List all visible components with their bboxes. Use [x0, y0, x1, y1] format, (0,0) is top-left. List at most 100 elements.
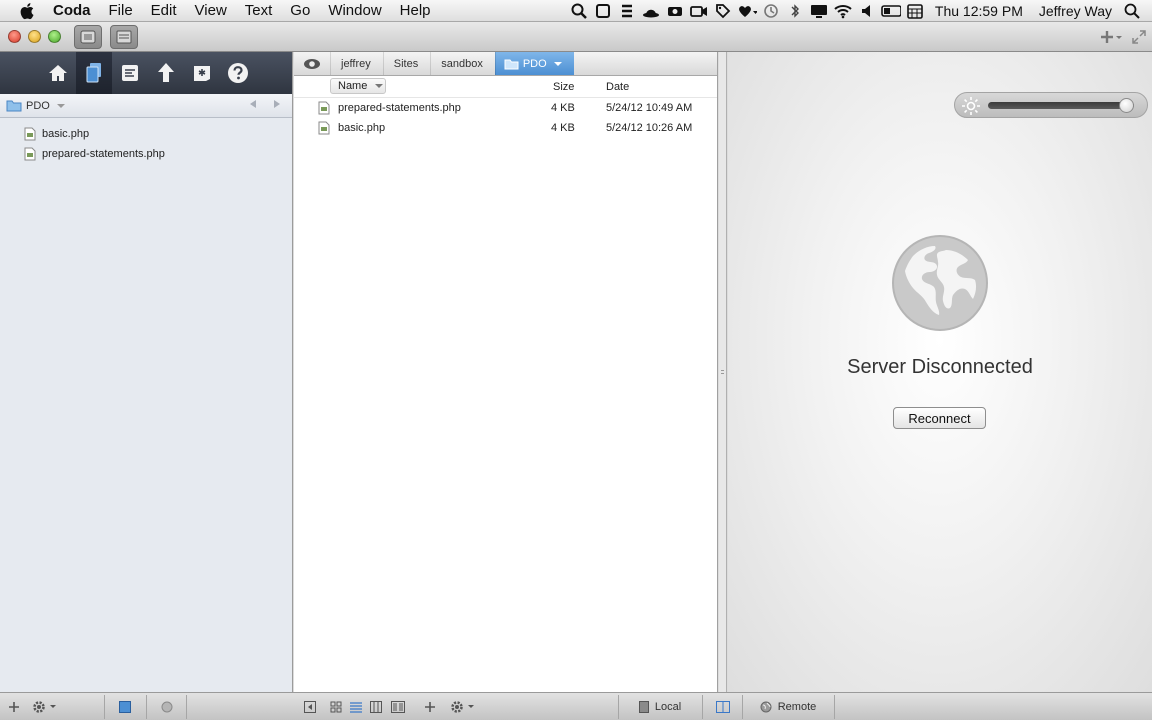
- sidebar-path-bar: PDO: [0, 94, 292, 118]
- sort-down-icon: [375, 84, 384, 88]
- sun-icon: [962, 97, 980, 115]
- view-columns-button[interactable]: [368, 698, 384, 716]
- menu-app-coda[interactable]: Coda: [49, 0, 100, 22]
- menu-edit[interactable]: Edit: [142, 0, 186, 22]
- sidebar-icon: [116, 30, 132, 44]
- coverflow-view-icon: [391, 701, 405, 713]
- spotlight-magnifier-icon[interactable]: [569, 2, 589, 20]
- browser-action-menu[interactable]: [446, 698, 478, 716]
- connection-status: Server Disconnected: [847, 356, 1033, 378]
- eye-icon: [304, 58, 320, 69]
- splitter-grip[interactable]: [721, 370, 724, 374]
- plus-icon: [9, 702, 19, 712]
- preview-eye-button[interactable]: [294, 52, 330, 75]
- window-toolbar: [0, 22, 1152, 52]
- home-icon: [49, 65, 67, 81]
- sidebar-file-item[interactable]: basic.php: [0, 124, 292, 144]
- menubar-user[interactable]: Jeffrey Way: [1031, 3, 1120, 19]
- files-icon: [86, 63, 101, 83]
- sidebar-file-name: prepared-statements.php: [42, 148, 165, 160]
- menu-go[interactable]: Go: [281, 0, 319, 22]
- breadcrumb-item[interactable]: Sites: [382, 52, 430, 75]
- clips-icon: [194, 66, 210, 81]
- local-sidebar-toggle[interactable]: [116, 698, 134, 716]
- view-icons-button[interactable]: [328, 698, 344, 716]
- browser-add-button[interactable]: [422, 698, 438, 716]
- divider: [834, 695, 835, 719]
- menu-window[interactable]: Window: [319, 0, 390, 22]
- menu-file[interactable]: File: [100, 0, 142, 22]
- table-row[interactable]: prepared-statements.php 4 KB 5/24/12 10:…: [294, 98, 717, 118]
- back-arrow-icon[interactable]: [248, 99, 258, 109]
- column-header-name[interactable]: Name: [330, 78, 386, 94]
- column-header-size[interactable]: Size: [553, 81, 574, 93]
- close-window-button[interactable]: [8, 30, 21, 43]
- local-mode-button[interactable]: Local: [630, 698, 690, 716]
- file-size: 4 KB: [551, 122, 575, 134]
- bottom-bar: Local Remote: [0, 692, 1152, 720]
- sync-icon[interactable]: [665, 2, 685, 20]
- time-machine-icon[interactable]: [761, 2, 781, 20]
- fullscreen-button[interactable]: [1132, 28, 1146, 46]
- local-label: Local: [654, 701, 682, 713]
- php-file-icon: [24, 147, 36, 161]
- remote-mode-button[interactable]: Remote: [756, 698, 820, 716]
- sidebar-tab-navigator[interactable]: [112, 52, 148, 94]
- spotlight-search-icon[interactable]: [1122, 2, 1142, 20]
- display-icon[interactable]: [809, 2, 829, 20]
- apple-icon[interactable]: [19, 2, 37, 20]
- list-view-icon: [350, 702, 362, 713]
- breadcrumb-item[interactable]: jeffrey: [330, 52, 383, 75]
- hat-icon[interactable]: [641, 2, 661, 20]
- sidebar-file-item[interactable]: prepared-statements.php: [0, 144, 292, 164]
- minimize-window-button[interactable]: [28, 30, 41, 43]
- view-coverflow-button[interactable]: [390, 698, 406, 716]
- add-file-button[interactable]: [6, 698, 22, 716]
- slider-track[interactable]: [988, 102, 1134, 109]
- sidebar-tab-publish[interactable]: [148, 52, 184, 94]
- sidebar-tab-clips[interactable]: [184, 52, 220, 94]
- column-view-icon: [370, 701, 382, 713]
- sidebar-tab-bar: [0, 52, 292, 94]
- sidebar-tab-files[interactable]: [76, 52, 112, 94]
- breadcrumb-item[interactable]: sandbox: [430, 52, 495, 75]
- reconnect-button[interactable]: Reconnect: [893, 407, 986, 429]
- script-icon[interactable]: [617, 2, 637, 20]
- sidebar-action-menu[interactable]: [28, 698, 60, 716]
- menu-view[interactable]: View: [186, 0, 236, 22]
- tag-icon[interactable]: [713, 2, 733, 20]
- browser-back-button[interactable]: [302, 698, 318, 716]
- heart-menu-icon[interactable]: [737, 2, 757, 20]
- sidebar-tab-sites[interactable]: [40, 52, 76, 94]
- menu-text[interactable]: Text: [236, 0, 282, 22]
- gear-icon: [33, 701, 56, 713]
- camera-icon[interactable]: [689, 2, 709, 20]
- volume-icon[interactable]: [857, 2, 877, 20]
- pane-splitter[interactable]: [719, 52, 727, 692]
- breadcrumb-current[interactable]: PDO: [494, 52, 574, 75]
- sidebar-toggle-button[interactable]: [110, 25, 138, 49]
- calendar-icon[interactable]: [905, 2, 925, 20]
- slider-knob[interactable]: [1119, 98, 1135, 113]
- menu-help[interactable]: Help: [391, 0, 440, 22]
- fullscreen-icon: [1132, 30, 1146, 44]
- bluetooth-icon[interactable]: [785, 2, 805, 20]
- table-row[interactable]: basic.php 4 KB 5/24/12 10:26 AM: [294, 118, 717, 138]
- menubar-clock[interactable]: Thu 12:59 PM: [927, 3, 1031, 19]
- sidebar-folder-name[interactable]: PDO: [26, 100, 50, 112]
- battery-icon[interactable]: [881, 2, 901, 20]
- sites-button[interactable]: [74, 25, 102, 49]
- sidebar-tab-help[interactable]: [220, 52, 256, 94]
- wifi-icon[interactable]: [833, 2, 853, 20]
- remote-globe-button[interactable]: [158, 698, 176, 716]
- forward-arrow-icon[interactable]: [272, 99, 282, 109]
- sidebar: PDO basic.php prepared-statements.php: [0, 52, 293, 692]
- view-list-button[interactable]: [348, 698, 364, 716]
- zoom-window-button[interactable]: [48, 30, 61, 43]
- split-view-button[interactable]: [714, 698, 732, 716]
- screen-capture-icon[interactable]: [593, 2, 613, 20]
- column-header-date[interactable]: Date: [606, 81, 629, 93]
- breadcrumb-current-label: PDO: [522, 57, 547, 70]
- add-tab-button[interactable]: [1100, 28, 1124, 46]
- brightness-slider[interactable]: [954, 92, 1148, 118]
